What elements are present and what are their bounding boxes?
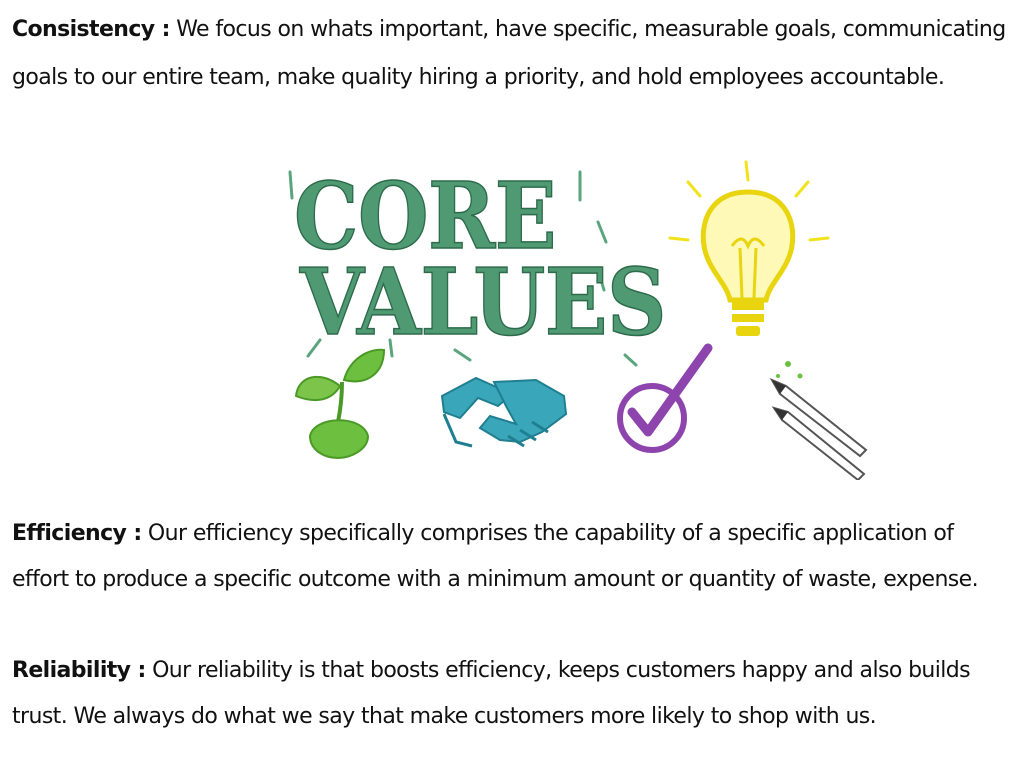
consistency-term: Consistency :	[12, 17, 170, 42]
reliability-term: Reliability :	[12, 658, 146, 683]
core-values-illustration: CORE VALUES	[288, 160, 868, 480]
page: Consistency : We focus on whats importan…	[0, 0, 1024, 768]
efficiency-term: Efficiency :	[12, 521, 142, 546]
consistency-paragraph: Consistency : We focus on whats importan…	[12, 6, 1016, 102]
reliability-paragraph: Reliability : Our reliability is that bo…	[12, 648, 1016, 740]
efficiency-paragraph: Efficiency : Our efficiency specifically…	[12, 511, 1016, 603]
values-lettering: VALUES	[299, 248, 666, 356]
pencils-icon	[769, 361, 868, 480]
lightbulb-icon	[668, 160, 830, 336]
handshake-icon	[440, 376, 568, 448]
efficiency-text: Our efficiency specifically comprises th…	[12, 521, 979, 592]
sprout-icon	[294, 348, 386, 460]
reliability-text: Our reliability is that boosts efficienc…	[12, 658, 971, 729]
